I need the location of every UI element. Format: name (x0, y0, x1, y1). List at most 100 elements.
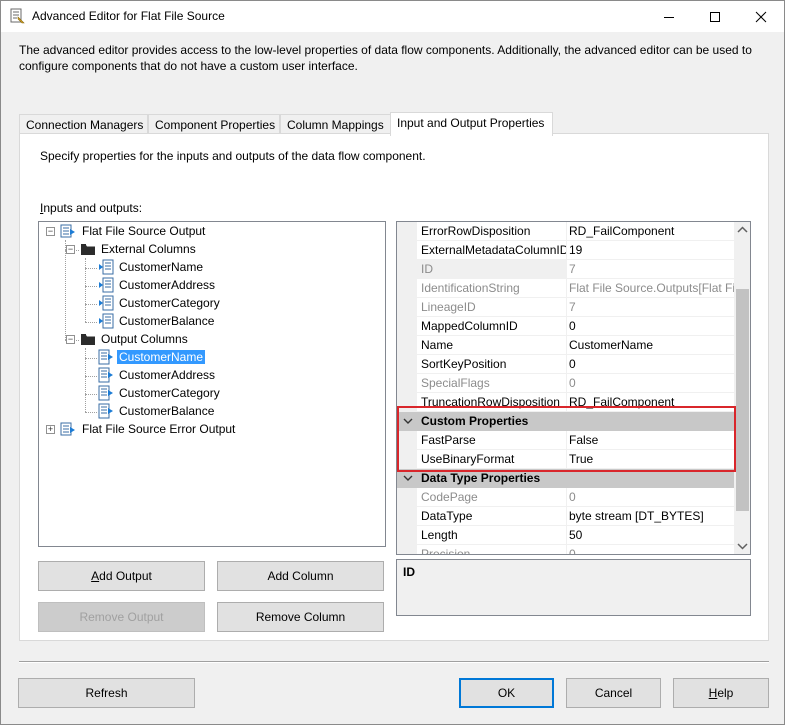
collapse-toggle[interactable]: − (46, 227, 55, 236)
editor-app-icon (10, 8, 25, 24)
maximize-button[interactable] (692, 1, 738, 32)
property-value[interactable]: 19 (567, 241, 734, 260)
tab-input-output-properties[interactable]: Input and Output Properties (390, 112, 553, 136)
tab-page: Specify properties for the inputs and ou… (19, 133, 769, 641)
property-value[interactable]: Flat File Source.Outputs[Flat File (567, 279, 734, 298)
column-icon (98, 403, 113, 419)
tree-connector (85, 394, 97, 395)
property-value[interactable]: 0 (567, 488, 734, 507)
property-row-margin (397, 488, 417, 507)
property-value[interactable]: byte stream [DT_BYTES] (567, 507, 734, 526)
property-row-margin (397, 298, 417, 317)
ok-button[interactable]: OK (459, 678, 554, 708)
property-name: DataType (417, 507, 567, 526)
property-value[interactable]: 0 (567, 545, 734, 554)
tab-connection-managers[interactable]: Connection Managers (19, 114, 148, 135)
tree-node-output-columns[interactable]: Output Columns (99, 330, 190, 348)
column-icon (98, 385, 113, 401)
tree-connector (85, 304, 97, 305)
property-row[interactable]: IdentificationString Flat File Source.Out… (397, 279, 734, 298)
cancel-button[interactable]: Cancel (566, 678, 661, 708)
column-icon (99, 313, 114, 329)
tree-node-error-output[interactable]: Flat File Source Error Output (80, 420, 237, 438)
property-value[interactable]: 7 (567, 298, 734, 317)
tree-connector (85, 286, 97, 287)
minimize-icon (664, 16, 674, 18)
property-value[interactable]: 0 (567, 355, 734, 374)
close-icon (755, 11, 767, 22)
tree-connector (85, 412, 97, 413)
tab-page-description: Specify properties for the inputs and ou… (40, 149, 426, 163)
scroll-thumb[interactable] (736, 289, 749, 511)
property-row-margin (397, 317, 417, 336)
tree-node-external-column[interactable]: CustomerBalance (117, 312, 216, 330)
tree-node-external-column[interactable]: CustomerAddress (117, 276, 217, 294)
property-row[interactable]: CodePage 0 (397, 488, 734, 507)
tree-node-external-column[interactable]: CustomerCategory (117, 294, 222, 312)
property-row[interactable]: LineageID 7 (397, 298, 734, 317)
property-value[interactable]: RD_FailComponent (567, 222, 734, 241)
property-value[interactable]: 0 (567, 317, 734, 336)
column-icon (98, 349, 113, 365)
property-value[interactable]: 0 (567, 374, 734, 393)
close-button[interactable] (738, 1, 784, 32)
property-value[interactable]: CustomerName (567, 336, 734, 355)
folder-icon (81, 334, 95, 345)
property-value[interactable]: 7 (567, 260, 734, 279)
property-description-title: ID (403, 565, 415, 579)
property-name: SortKeyPosition (417, 355, 567, 374)
tab-component-properties[interactable]: Component Properties (148, 114, 280, 135)
property-name: SpecialFlags (417, 374, 567, 393)
tree-node-output-column[interactable]: CustomerAddress (117, 366, 217, 384)
help-button[interactable]: Help (673, 678, 769, 708)
tree-node-output-column[interactable]: CustomerCategory (117, 384, 222, 402)
property-name: LineageID (417, 298, 567, 317)
tree-connector (65, 240, 66, 340)
property-row[interactable]: DataType byte stream [DT_BYTES] (397, 507, 734, 526)
footer-separator (19, 661, 769, 663)
chevron-down-icon[interactable] (403, 473, 413, 483)
property-row-margin (397, 279, 417, 298)
property-row[interactable]: ExternalMetadataColumnID 19 (397, 241, 734, 260)
refresh-button[interactable]: Refresh (18, 678, 195, 708)
property-name: ExternalMetadataColumnID (417, 241, 567, 260)
collapse-toggle[interactable]: − (66, 335, 75, 344)
expand-toggle[interactable]: + (46, 425, 55, 434)
error-output-icon (60, 422, 75, 436)
tab-column-mappings[interactable]: Column Mappings (280, 114, 391, 135)
property-name: Name (417, 336, 567, 355)
tree-node-external-columns[interactable]: External Columns (99, 240, 198, 258)
inputs-outputs-tree[interactable]: − Flat File Source Output − External Col… (38, 221, 386, 547)
property-row[interactable]: MappedColumnID 0 (397, 317, 734, 336)
property-row[interactable]: Name CustomerName (397, 336, 734, 355)
property-row-margin (397, 374, 417, 393)
property-row[interactable]: ID 7 (397, 260, 734, 279)
property-row[interactable]: Length 50 (397, 526, 734, 545)
property-value[interactable]: 50 (567, 526, 734, 545)
property-name: IdentificationString (417, 279, 567, 298)
scroll-up-icon[interactable] (737, 226, 748, 234)
editor-description: The advanced editor provides access to t… (19, 43, 752, 73)
window-title: Advanced Editor for Flat File Source (32, 9, 225, 23)
minimize-button[interactable] (646, 1, 692, 32)
remove-output-button[interactable]: Remove Output (38, 602, 205, 632)
tree-node-external-column[interactable]: CustomerName (117, 258, 205, 276)
tree-node-output-column[interactable]: CustomerBalance (117, 402, 216, 420)
add-output-button[interactable]: Add Output (38, 561, 205, 591)
property-grid-scrollbar[interactable] (734, 222, 750, 554)
tree-node-source-output[interactable]: Flat File Source Output (80, 222, 207, 240)
collapse-toggle[interactable]: − (66, 245, 75, 254)
property-row[interactable]: SortKeyPosition 0 (397, 355, 734, 374)
property-name: Length (417, 526, 567, 545)
remove-column-button[interactable]: Remove Column (217, 602, 384, 632)
property-name: CodePage (417, 488, 567, 507)
property-row-margin (397, 336, 417, 355)
property-name: ErrorRowDisposition (417, 222, 567, 241)
scroll-down-icon[interactable] (737, 542, 748, 550)
property-grid[interactable]: ErrorRowDisposition RD_FailComponent Exter… (396, 221, 751, 555)
property-row[interactable]: ErrorRowDisposition RD_FailComponent (397, 222, 734, 241)
property-row[interactable]: Precision 0 (397, 545, 734, 554)
tree-node-output-column-selected[interactable]: CustomerName (117, 348, 206, 366)
property-row[interactable]: SpecialFlags 0 (397, 374, 734, 393)
add-column-button[interactable]: Add Column (217, 561, 384, 591)
